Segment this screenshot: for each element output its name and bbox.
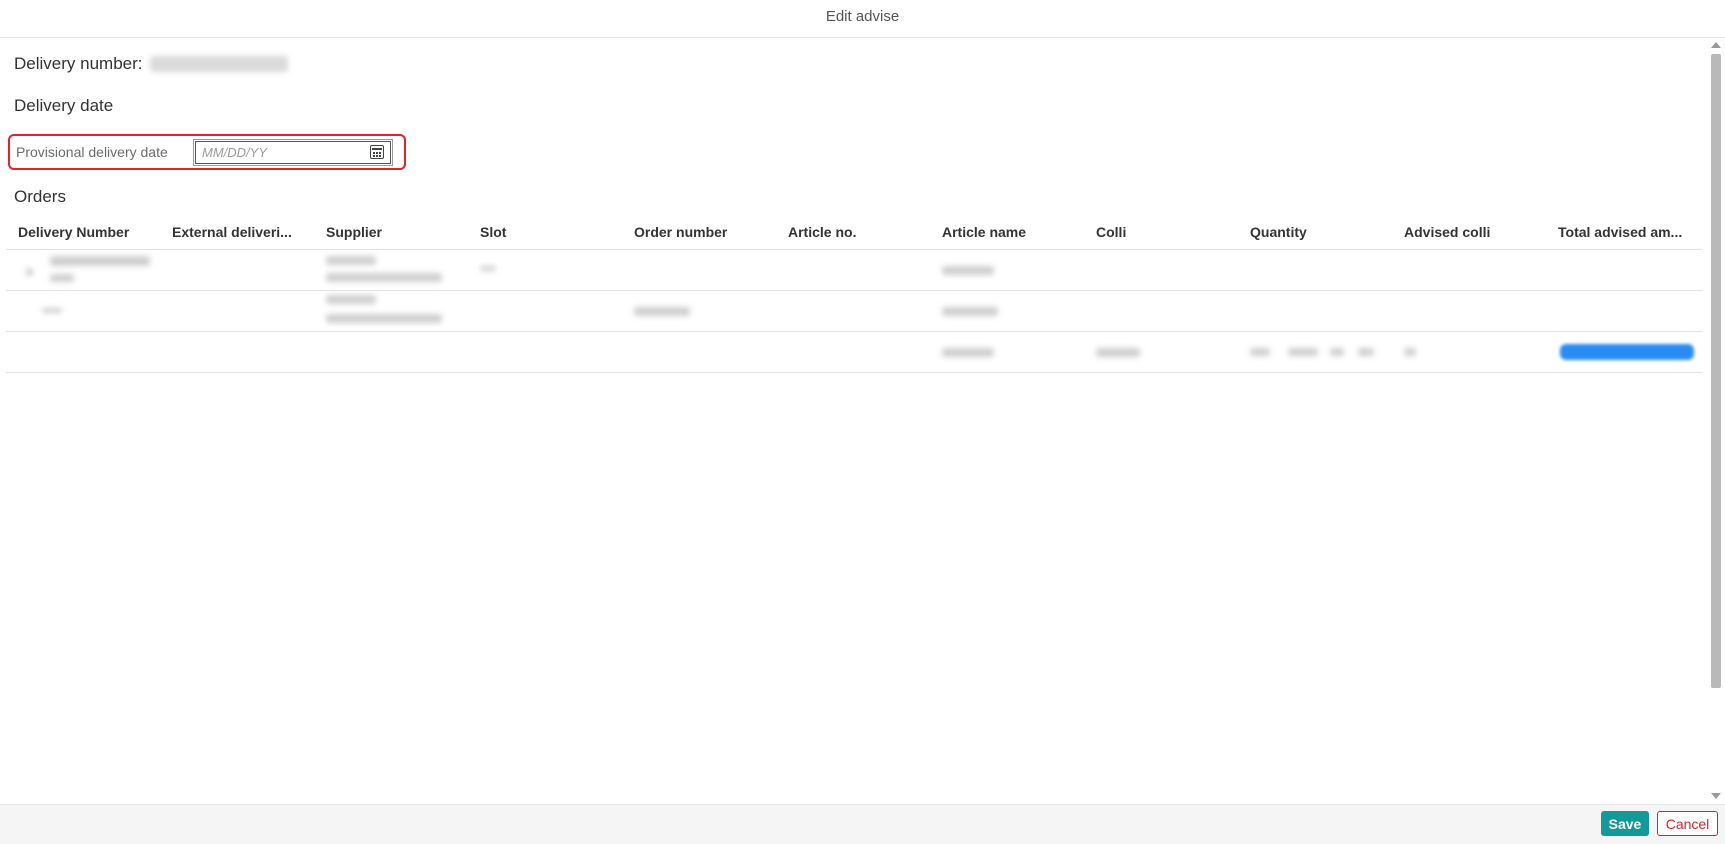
- provisional-delivery-date-label: Provisional delivery date: [16, 144, 168, 160]
- expand-row-icon[interactable]: [26, 268, 33, 276]
- cancel-button[interactable]: Cancel: [1657, 811, 1718, 836]
- col-total-advised-amount[interactable]: Total advised am...: [1558, 224, 1682, 240]
- col-quantity[interactable]: Quantity: [1250, 224, 1307, 240]
- redacted-cell: [942, 307, 998, 316]
- redacted-cell: [50, 274, 74, 282]
- table-row[interactable]: [6, 250, 1702, 291]
- redacted-cell: [326, 314, 442, 323]
- delivery-number-label: Delivery number:: [14, 54, 143, 73]
- scrollbar-thumb[interactable]: [1711, 54, 1721, 688]
- provisional-delivery-date-input[interactable]: [193, 139, 393, 166]
- redacted-cell: [326, 273, 442, 282]
- redacted-cell: [634, 307, 690, 316]
- quantity-increment[interactable]: [1330, 348, 1344, 356]
- orders-table-header: Delivery Number External deliveri... Sup…: [6, 216, 1702, 250]
- col-order-number[interactable]: Order number: [634, 224, 727, 240]
- content-scrollbar[interactable]: [1707, 38, 1725, 803]
- redacted-cell: [50, 256, 150, 266]
- table-row[interactable]: [6, 332, 1702, 373]
- col-colli[interactable]: Colli: [1096, 224, 1126, 240]
- redacted-cell: [1096, 348, 1140, 357]
- delivery-number-value-redacted: [150, 56, 288, 72]
- dialog-content: Delivery number: Delivery date Provision…: [0, 38, 1707, 803]
- redacted-cell: [480, 266, 496, 271]
- redacted-cell: [942, 348, 994, 357]
- col-external-deliveries[interactable]: External deliveri...: [172, 224, 292, 240]
- calendar-icon[interactable]: [370, 145, 384, 159]
- col-supplier[interactable]: Supplier: [326, 224, 382, 240]
- dialog-title: Edit advise: [0, 0, 1725, 38]
- redacted-cell: [326, 295, 376, 304]
- scroll-down-icon[interactable]: [1711, 793, 1721, 799]
- col-slot[interactable]: Slot: [480, 224, 506, 240]
- redacted-cell: [326, 256, 376, 265]
- col-article-name[interactable]: Article name: [942, 224, 1026, 240]
- save-button[interactable]: Save: [1601, 811, 1649, 836]
- col-article-no[interactable]: Article no.: [788, 224, 856, 240]
- quantity-value[interactable]: [1288, 348, 1318, 356]
- provisional-delivery-date-group: Provisional delivery date: [8, 134, 406, 170]
- redacted-cell: [42, 308, 62, 313]
- col-advised-colli[interactable]: Advised colli: [1404, 224, 1490, 240]
- orders-heading: Orders: [14, 187, 66, 206]
- total-advised-amount-bar: [1560, 344, 1694, 360]
- dialog-footer: Save Cancel: [0, 804, 1725, 844]
- orders-table: Delivery Number External deliveri... Sup…: [6, 216, 1702, 373]
- quantity-decrement[interactable]: [1250, 348, 1270, 356]
- table-row[interactable]: [6, 291, 1702, 332]
- redacted-cell: [942, 266, 994, 275]
- scroll-up-icon[interactable]: [1711, 42, 1721, 48]
- quantity-action[interactable]: [1358, 348, 1374, 356]
- delivery-date-heading: Delivery date: [14, 96, 114, 115]
- redacted-cell: [1404, 348, 1416, 356]
- col-delivery-number[interactable]: Delivery Number: [18, 224, 129, 240]
